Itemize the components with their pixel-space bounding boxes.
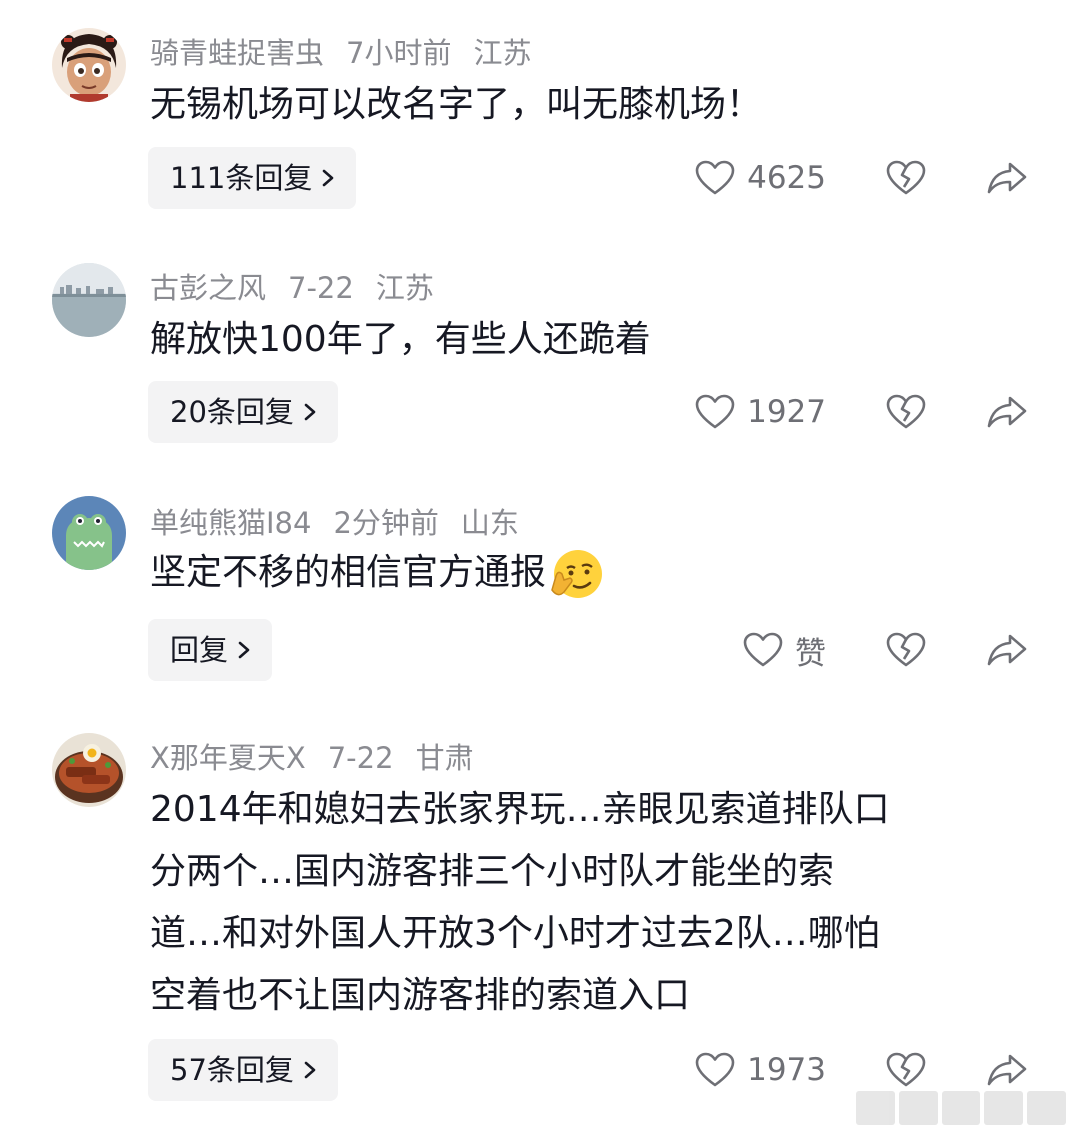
avatar[interactable] [52, 733, 126, 807]
like-button[interactable]: 4625 [695, 147, 826, 209]
like-count: 1927 [747, 394, 826, 430]
comment-text-content: 无锡机场可以改名字了，叫无膝机场！ [150, 84, 763, 125]
share-arrow-icon [987, 162, 1027, 194]
comment-meta: 古彭之风 7-22 江苏 [150, 265, 456, 307]
reply-label: 57条回复 [170, 1053, 294, 1087]
heart-outline-icon [695, 160, 735, 195]
share-arrow-icon [987, 1054, 1027, 1086]
chevron-right-icon [304, 403, 316, 421]
comment-text: 解放快100年了，有些人还跪着 [150, 309, 1020, 371]
comment-text-line: 道…和对外国人开放3个小时才过去2队…哪怕 [150, 913, 880, 954]
heart-outline-icon [743, 632, 783, 667]
chevron-right-icon [323, 169, 334, 187]
share-button[interactable] [986, 381, 1028, 443]
comment-text: 无锡机场可以改名字了，叫无膝机场！ [150, 74, 1020, 136]
comment-time: 2分钟前 [333, 506, 439, 540]
heart-outline-icon [695, 1052, 735, 1087]
view-replies-button[interactable]: 111条回复 [148, 147, 357, 209]
watermark-block [1027, 1091, 1066, 1125]
broken-heart-icon [886, 394, 926, 429]
share-arrow-icon [987, 396, 1027, 428]
like-button[interactable]: 1927 [695, 381, 826, 443]
lake-scenery-avatar-icon [52, 263, 126, 337]
comment-text-content: 坚定不移的相信官方通报 [150, 552, 547, 593]
like-button[interactable]: 1973 [695, 1039, 826, 1101]
smirk-thinking-emoji-icon [551, 550, 603, 598]
green-frog-avatar-icon [52, 496, 126, 570]
watermark-block [984, 1091, 1024, 1125]
chevron-right-icon [238, 641, 250, 659]
comment-text-line: 2014年和媳妇去张家界玩…亲眼见索道排队口 [150, 789, 890, 830]
like-count: 1973 [747, 1052, 826, 1088]
broken-heart-icon [886, 632, 926, 667]
username[interactable]: 单纯熊猫I84 [150, 506, 311, 540]
broken-heart-icon [886, 1052, 926, 1087]
watermark-block [941, 1091, 981, 1125]
comment-meta: 骑青蛙捉害虫 7小时前 江苏 [150, 30, 553, 72]
cartoon-girl-avatar-icon [52, 28, 126, 102]
comment-time: 7小时前 [346, 36, 452, 70]
avatar[interactable] [52, 496, 126, 570]
comment-location: 江苏 [375, 271, 434, 305]
comment-item: X那年夏天X 7-22 甘肃 2014年和媳妇去张家界玩…亲眼见索道排队口 分两个…… [0, 705, 1080, 1139]
comment-location: 江苏 [473, 36, 532, 70]
avatar[interactable] [52, 28, 126, 102]
chevron-right-icon [304, 1061, 316, 1079]
watermark-block [898, 1091, 938, 1125]
watermark-image [856, 1091, 1066, 1125]
reply-label: 20条回复 [170, 395, 294, 429]
comment-item: 古彭之风 7-22 江苏 解放快100年了，有些人还跪着 20条回复 1927 [0, 235, 1080, 470]
comment-item: 骑青蛙捉害虫 7小时前 江苏 无锡机场可以改名字了，叫无膝机场！ 111条回复 46… [0, 0, 1080, 235]
comment-text-content: 解放快100年了，有些人还跪着 [150, 319, 651, 360]
view-replies-button[interactable]: 20条回复 [148, 381, 338, 443]
comment-location: 甘肃 [415, 741, 474, 775]
view-replies-button[interactable]: 57条回复 [148, 1039, 338, 1101]
dislike-button[interactable] [886, 381, 926, 443]
heart-outline-icon [695, 394, 735, 429]
comment-text: 坚定不移的相信官方通报 [150, 542, 1020, 604]
comment-meta: 单纯熊猫I84 2分钟前 山东 [150, 500, 541, 542]
username[interactable]: X那年夏天X [150, 741, 306, 775]
comment-text-line: 空着也不让国内游客排的索道入口 [150, 975, 691, 1016]
reply-label: 回复 [170, 633, 229, 667]
comment-time: 7-22 [327, 741, 394, 775]
username[interactable]: 古彭之风 [150, 271, 266, 305]
comment-time: 7-22 [288, 271, 354, 305]
share-button[interactable] [986, 147, 1028, 209]
watermark-block [856, 1091, 895, 1125]
comment-text-line: 分两个…国内游客排三个小时队才能坐的索 [150, 851, 835, 892]
view-replies-button[interactable]: 回复 [148, 619, 273, 681]
dislike-button[interactable] [886, 619, 926, 681]
like-count: 赞 [795, 635, 826, 672]
avatar[interactable] [52, 263, 126, 337]
comment-meta: X那年夏天X 7-22 甘肃 [150, 735, 496, 777]
comment-text: 2014年和媳妇去张家界玩…亲眼见索道排队口 分两个…国内游客排三个小时队才能坐… [150, 779, 1020, 1027]
food-bowl-avatar-icon [52, 733, 126, 807]
share-arrow-icon [987, 634, 1027, 666]
comment-location: 山东 [460, 506, 519, 540]
share-button[interactable] [986, 619, 1028, 681]
username[interactable]: 骑青蛙捉害虫 [150, 36, 324, 70]
comment-item: 单纯熊猫I84 2分钟前 山东 坚定不移的相信官方通报 回复 赞 [0, 470, 1080, 705]
reply-label: 111条回复 [170, 161, 313, 195]
dislike-button[interactable] [886, 147, 926, 209]
like-button[interactable]: 赞 [743, 619, 826, 681]
like-count: 4625 [747, 160, 826, 196]
broken-heart-icon [886, 160, 926, 195]
